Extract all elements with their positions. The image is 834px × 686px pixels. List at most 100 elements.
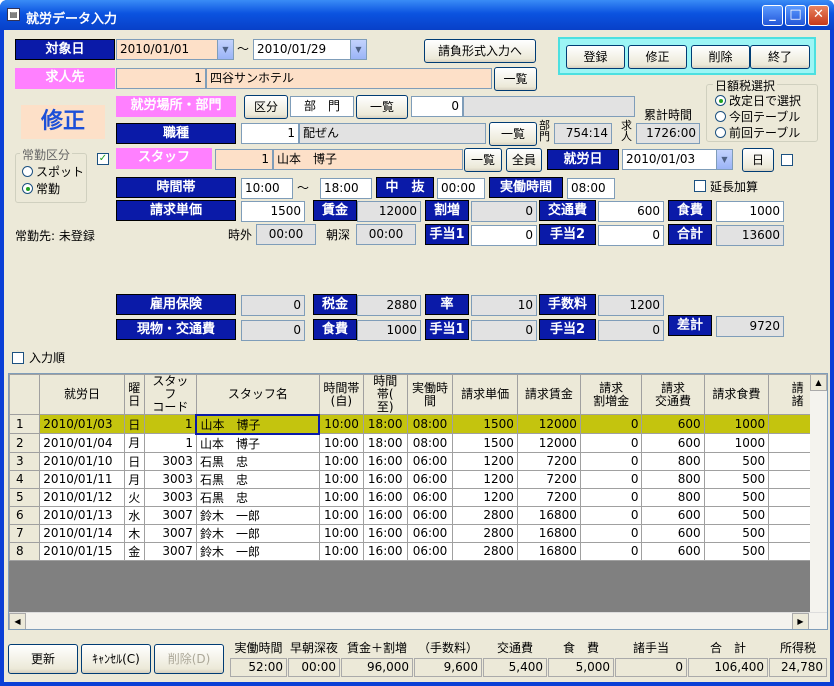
table-cell[interactable]: 火 (123, 487, 145, 507)
table-cell[interactable]: 2010/01/15 (39, 541, 125, 561)
table-cell[interactable]: 月 (123, 433, 145, 453)
table-cell[interactable]: 12000 (516, 433, 581, 453)
table-cell[interactable]: 500 (703, 487, 770, 507)
table-cell[interactable]: 18:00 (362, 414, 408, 434)
row-header[interactable]: 6 (9, 505, 41, 525)
break-field[interactable]: 00:00 (437, 178, 485, 199)
table-cell[interactable]: 1 (143, 433, 197, 453)
input-order-checkbox[interactable] (12, 352, 24, 364)
table-cell[interactable]: 10:00 (318, 487, 364, 507)
table-cell[interactable]: 600 (641, 523, 705, 543)
close-window-button[interactable]: ✕ (808, 5, 829, 26)
table-row[interactable]: 3 2010/01/10 日 3003 石黒 忠 10:00 16:00 06:00 1200 7… (9, 451, 827, 471)
table-cell[interactable]: 08:00 (406, 433, 454, 453)
row-header[interactable]: 2 (9, 433, 41, 453)
table-cell[interactable]: 7200 (516, 487, 581, 507)
shift-option-regular[interactable]: 常勤 (22, 181, 60, 197)
delete-button[interactable]: 削除 (691, 45, 750, 69)
table-cell[interactable]: 12000 (516, 414, 581, 434)
tax-option-2[interactable]: 前回テーブル (715, 125, 800, 141)
table-row[interactable]: 1 2010/01/03 日 1 山本 博子 10:00 18:00 08:00 1500 120… (9, 413, 827, 435)
row-header[interactable]: 4 (9, 469, 41, 489)
table-cell[interactable]: 山本 博子 (195, 433, 320, 453)
table-cell[interactable]: 0 (579, 523, 643, 543)
table-cell[interactable]: 600 (641, 505, 705, 525)
app-icon[interactable]: ▤ (7, 8, 20, 21)
table-cell[interactable]: 1500 (452, 414, 518, 434)
table-cell[interactable]: 日 (123, 414, 145, 434)
table-cell[interactable]: 06:00 (406, 523, 454, 543)
table-cell[interactable]: 水 (123, 505, 145, 525)
table-cell[interactable]: 06:00 (406, 451, 454, 471)
grid-col-header-9[interactable]: 請求賃金 (516, 374, 581, 415)
table-cell[interactable]: 600 (641, 541, 705, 561)
table-cell[interactable]: 10:00 (318, 451, 364, 471)
vertical-scrollbar[interactable]: ▲ (810, 374, 827, 612)
table-cell[interactable]: 1 (143, 414, 197, 434)
chevron-down-icon[interactable]: ▼ (217, 40, 233, 59)
grid-col-header-2[interactable]: 曜日 (123, 374, 145, 415)
workplace-name-field[interactable] (463, 96, 635, 117)
table-cell[interactable]: 2010/01/12 (39, 487, 125, 507)
chevron-down-icon[interactable]: ▼ (716, 150, 732, 169)
table-cell[interactable]: 3003 (143, 487, 197, 507)
department-field[interactable]: 部 門 (290, 96, 354, 117)
work-day-select[interactable]: 2010/01/03 ▼ (622, 149, 733, 170)
row-header[interactable]: 7 (9, 523, 41, 543)
tax-option-1[interactable]: 今回テーブル (715, 109, 800, 125)
table-row[interactable]: 4 2010/01/11 月 3003 石黒 忠 10:00 16:00 06:00 1200 7… (9, 469, 827, 489)
row-header[interactable]: 1 (9, 414, 41, 434)
table-cell[interactable]: 600 (641, 414, 705, 434)
table-cell[interactable]: 500 (703, 541, 770, 561)
table-cell[interactable]: 0 (579, 487, 643, 507)
table-cell[interactable]: 0 (579, 505, 643, 525)
table-cell[interactable]: 3007 (143, 541, 197, 561)
table-cell[interactable]: 18:00 (362, 433, 408, 453)
table-cell[interactable]: 500 (703, 505, 770, 525)
footer-delete-button[interactable]: 削除(D) (154, 644, 224, 674)
table-cell[interactable]: 1200 (452, 487, 518, 507)
table-cell[interactable]: 7200 (516, 469, 581, 489)
workplace-list-button[interactable]: 一覧 (356, 95, 408, 119)
register-button[interactable]: 登録 (566, 45, 625, 69)
grid-col-header-5[interactable]: 時間帯 (自) (318, 374, 364, 415)
table-cell[interactable]: 2010/01/03 (39, 414, 125, 434)
maximize-button[interactable]: □ (785, 5, 806, 26)
recruiter-code-field[interactable]: 1 (116, 68, 206, 89)
table-cell[interactable]: 1000 (703, 433, 770, 453)
close-button[interactable]: 終了 (750, 45, 810, 69)
table-cell[interactable]: 16:00 (362, 523, 408, 543)
job-name-field[interactable]: 配ぜん (299, 123, 486, 144)
request-format-button[interactable]: 請負形式入力へ (424, 39, 536, 63)
table-cell[interactable]: 月 (123, 469, 145, 489)
table-cell[interactable]: 鈴木 一郎 (195, 523, 320, 543)
staff-name-field[interactable]: 山本 博子 (273, 149, 463, 170)
table-cell[interactable]: 石黒 忠 (195, 451, 320, 471)
table-row[interactable]: 7 2010/01/14 木 3007 鈴木 一郎 10:00 16:00 06:00 2800… (9, 523, 827, 543)
meal-field[interactable]: 1000 (716, 201, 784, 222)
table-cell[interactable]: 500 (703, 469, 770, 489)
table-row[interactable]: 6 2010/01/13 水 3007 鈴木 一郎 10:00 16:00 06:00 2800… (9, 505, 827, 525)
table-cell[interactable]: 2010/01/04 (39, 433, 125, 453)
scroll-right-icon[interactable]: ▶ (792, 613, 809, 629)
table-cell[interactable]: 06:00 (406, 505, 454, 525)
table-cell[interactable]: 500 (703, 451, 770, 471)
table-cell[interactable]: 06:00 (406, 469, 454, 489)
table-cell[interactable]: 木 (123, 523, 145, 543)
tax-option-0[interactable]: 改定日で選択 (715, 93, 801, 109)
grid-col-header-11[interactable]: 請求 交通費 (641, 374, 705, 415)
horizontal-scrollbar[interactable]: ◀ ▶ (9, 612, 827, 629)
table-cell[interactable]: 16800 (516, 523, 581, 543)
table-cell[interactable]: 10:00 (318, 414, 364, 434)
table-cell[interactable]: 10:00 (318, 541, 364, 561)
target-date-to-select[interactable]: 2010/01/29 ▼ (253, 39, 367, 60)
table-cell[interactable]: 0 (579, 469, 643, 489)
table-cell[interactable]: 16800 (516, 541, 581, 561)
table-cell[interactable]: 800 (641, 469, 705, 489)
staff-code-field[interactable]: 1 (215, 149, 273, 170)
job-code-field[interactable]: 1 (241, 123, 299, 144)
table-cell[interactable]: 2800 (452, 523, 518, 543)
kubun-button[interactable]: 区分 (244, 95, 288, 119)
table-cell[interactable]: 10:00 (318, 469, 364, 489)
table-cell[interactable]: 3007 (143, 505, 197, 525)
